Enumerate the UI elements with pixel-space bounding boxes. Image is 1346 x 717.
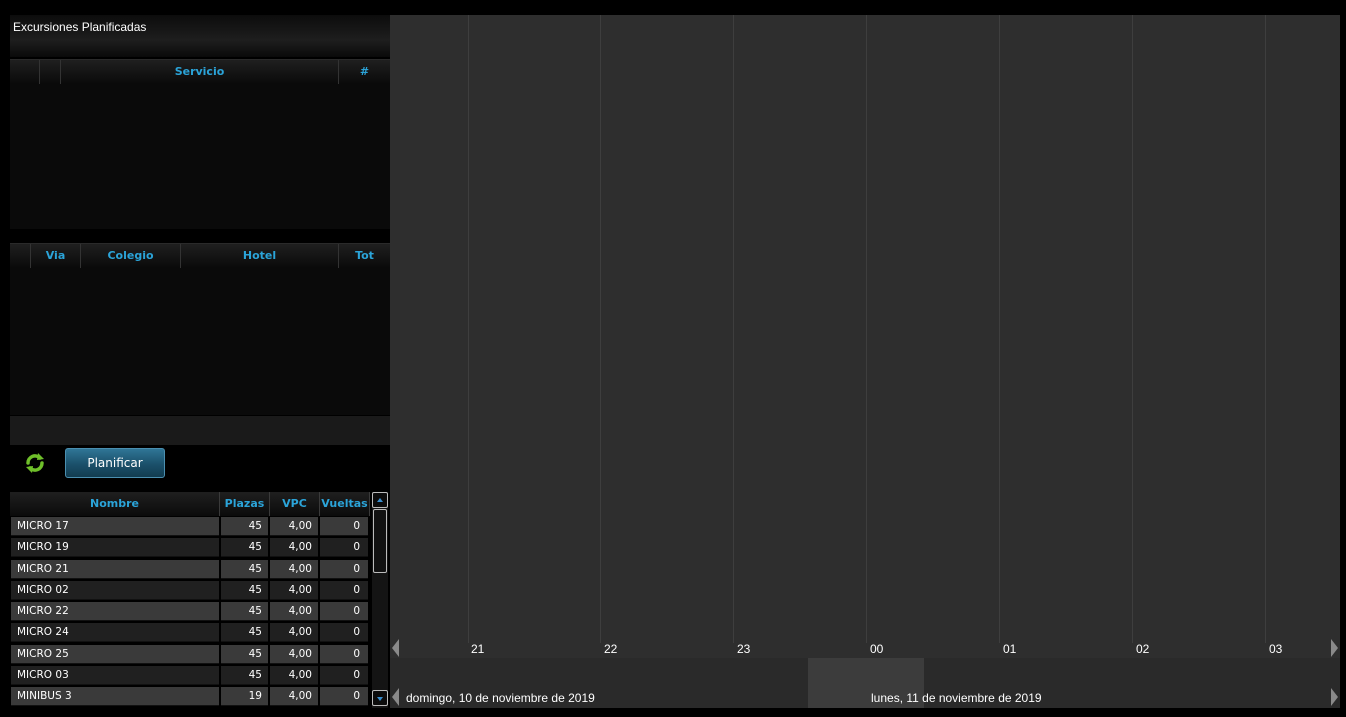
panel-title: Excursiones Planificadas — [13, 20, 147, 34]
table-row[interactable]: MICRO 25 45 4,00 0 — [10, 644, 370, 665]
hour-label: 00 — [870, 642, 884, 656]
vehicles-col-nombre[interactable]: Nombre — [10, 492, 220, 516]
detail-col-blank[interactable] — [10, 244, 31, 268]
services-grid: Servicio # — [10, 59, 390, 229]
hour-label: 03 — [1269, 642, 1283, 656]
vehicles-rows: MICRO 17 45 4,00 0 MICRO 19 45 4,00 0 MI… — [10, 516, 370, 708]
cell-nombre: MICRO 24 — [11, 623, 219, 643]
cell-plazas: 45 — [221, 559, 268, 579]
detail-col-colegio[interactable]: Colegio — [81, 244, 181, 268]
cell-nombre: MICRO 19 — [11, 538, 219, 558]
cell-nombre: MICRO 02 — [11, 580, 219, 600]
cell-plazas: 45 — [221, 623, 268, 643]
cell-vpc: 4,00 — [270, 538, 318, 558]
cell-plazas: 45 — [221, 580, 268, 600]
table-row[interactable]: MINIBUS 3 19 4,00 0 — [10, 686, 370, 707]
cell-nombre: MICRO 21 — [11, 559, 219, 579]
cell-vueltas: 0 — [320, 666, 368, 686]
vehicles-grid-header: Nombre Plazas VPC Vueltas — [10, 492, 370, 516]
gridline — [468, 15, 469, 643]
vehicles-col-vueltas[interactable]: Vueltas — [320, 492, 370, 516]
cell-vpc: 4,00 — [270, 517, 318, 536]
cell-vpc: 4,00 — [270, 644, 318, 664]
services-col-servicio[interactable]: Servicio — [61, 60, 339, 84]
date-prev-icon[interactable] — [392, 688, 399, 706]
hour-label: 23 — [737, 642, 751, 656]
cell-plazas: 45 — [221, 644, 268, 664]
vehicles-col-vpc[interactable]: VPC — [270, 492, 320, 516]
scroll-thumb[interactable] — [373, 509, 387, 573]
gridline — [600, 15, 601, 643]
date-label: domingo, 10 de noviembre de 2019 — [406, 691, 595, 705]
refresh-icon[interactable] — [22, 450, 48, 476]
cell-vueltas: 0 — [320, 517, 368, 536]
cell-nombre: MICRO 03 — [11, 666, 219, 686]
left-panel: Excursiones Planificadas Servicio # Via … — [0, 0, 390, 717]
cell-vueltas: 0 — [320, 687, 368, 707]
hour-label: 22 — [604, 642, 618, 656]
date-label: lunes, 11 de noviembre de 2019 — [871, 691, 1042, 705]
services-col-blank-2[interactable] — [40, 60, 61, 84]
detail-col-via[interactable]: Via — [31, 244, 81, 268]
table-row[interactable]: MICRO 02 45 4,00 0 — [10, 580, 370, 601]
cell-plazas: 45 — [221, 602, 268, 622]
cell-nombre: MINIBUS 3 — [11, 687, 219, 707]
cell-vpc: 4,00 — [270, 687, 318, 707]
gridline — [999, 15, 1000, 643]
table-row[interactable]: MICRO 19 45 4,00 0 — [10, 537, 370, 558]
hour-label: 21 — [471, 642, 485, 656]
cell-vueltas: 0 — [320, 538, 368, 558]
detail-col-hotel[interactable]: Hotel — [181, 244, 339, 268]
cell-vpc: 4,00 — [270, 580, 318, 600]
cell-vueltas: 0 — [320, 623, 368, 643]
cell-vueltas: 0 — [320, 559, 368, 579]
detail-grid-header: Via Colegio Hotel Tot — [10, 243, 390, 268]
table-row[interactable]: MICRO 03 45 4,00 0 — [10, 665, 370, 686]
scroll-down-icon[interactable] — [372, 690, 388, 706]
cell-plazas: 45 — [221, 538, 268, 558]
scroll-up-icon[interactable] — [372, 492, 388, 508]
cell-vpc: 4,00 — [270, 602, 318, 622]
gridline — [1132, 15, 1133, 643]
detail-col-tot[interactable]: Tot — [339, 244, 390, 268]
cell-nombre: MICRO 17 — [11, 517, 219, 536]
cell-vpc: 4,00 — [270, 666, 318, 686]
cell-vpc: 4,00 — [270, 623, 318, 643]
hour-prev-icon[interactable] — [392, 639, 399, 657]
planificar-button[interactable]: Planificar — [65, 448, 165, 478]
hour-next-icon[interactable] — [1331, 639, 1338, 657]
cell-plazas: 45 — [221, 666, 268, 686]
hour-label: 02 — [1136, 642, 1150, 656]
cell-plazas: 19 — [221, 687, 268, 707]
gridline — [1265, 15, 1266, 643]
services-col-count[interactable]: # — [339, 60, 390, 84]
services-grid-header: Servicio # — [10, 59, 390, 84]
panel-title-bar: Excursiones Planificadas — [10, 15, 390, 57]
cell-plazas: 45 — [221, 517, 268, 536]
vehicles-scrollbar[interactable] — [372, 492, 388, 708]
timeline-panel[interactable]: 21 22 23 00 01 02 03 domingo, 10 de novi… — [390, 15, 1340, 708]
vehicles-col-plazas[interactable]: Plazas — [220, 492, 270, 516]
cell-vueltas: 0 — [320, 580, 368, 600]
cell-nombre: MICRO 22 — [11, 602, 219, 622]
table-row[interactable]: MICRO 22 45 4,00 0 — [10, 601, 370, 622]
summary-bar — [10, 416, 390, 445]
cell-vueltas: 0 — [320, 602, 368, 622]
cell-vueltas: 0 — [320, 644, 368, 664]
cell-vpc: 4,00 — [270, 559, 318, 579]
services-col-blank-1[interactable] — [10, 60, 40, 84]
table-row[interactable]: MICRO 21 45 4,00 0 — [10, 559, 370, 580]
cell-nombre: MICRO 25 — [11, 644, 219, 664]
detail-grid: Via Colegio Hotel Tot — [10, 243, 390, 415]
hour-label: 01 — [1003, 642, 1017, 656]
gridline — [866, 15, 867, 643]
table-row[interactable]: MICRO 24 45 4,00 0 — [10, 622, 370, 643]
date-next-icon[interactable] — [1331, 688, 1338, 706]
date-strip[interactable]: domingo, 10 de noviembre de 2019 lunes, … — [390, 658, 1340, 708]
vehicles-grid: Nombre Plazas VPC Vueltas MICRO 17 45 4,… — [10, 492, 390, 708]
gridline — [733, 15, 734, 643]
table-row[interactable]: MICRO 17 45 4,00 0 — [10, 516, 370, 537]
